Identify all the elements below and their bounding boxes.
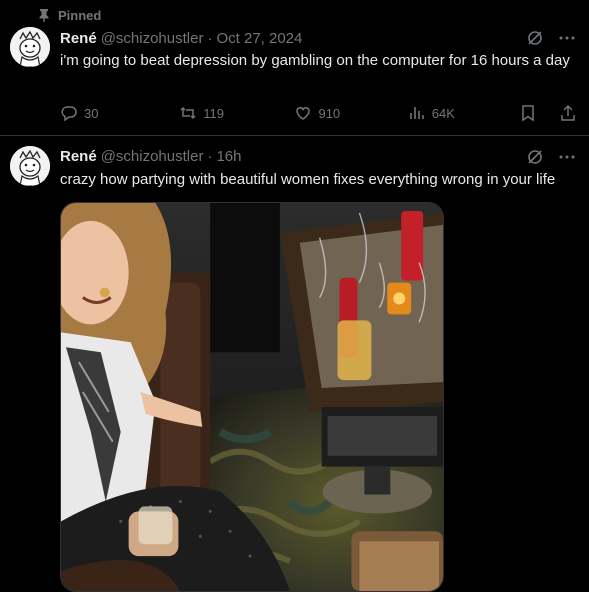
views-icon [409,107,424,119]
tweet-text: i'm going to beat depression by gambling… [60,52,570,69]
tweet-top-actions [526,148,576,166]
like-button[interactable]: 910 [294,102,407,124]
reply-icon [61,106,77,122]
retweet-count: 119 [203,105,224,121]
tweet-top-actions [526,29,576,47]
author-handle[interactable]: @schizohustler [101,148,204,165]
party-photo [61,203,443,591]
author-name[interactable]: René [60,148,97,165]
tweet-media-photo[interactable] [60,202,444,592]
pin-icon [39,9,49,22]
like-count: 910 [318,105,341,121]
pinned-label: Pinned [58,7,102,23]
grok-icon[interactable] [526,29,544,47]
avatar[interactable] [10,146,50,186]
pinned-indicator: Pinned [38,6,101,24]
tweet-header: René @schizohustler · Oct 27, 2024 [60,28,302,48]
separator: · [207,147,213,165]
separator: · [207,29,213,47]
tweet-actions: 30 119 910 64K [60,101,577,125]
avatar[interactable] [10,27,50,67]
more-icon[interactable] [558,29,576,47]
share-icon[interactable] [559,104,577,122]
more-icon[interactable] [558,148,576,166]
view-count: 64K [431,105,455,121]
author-name[interactable]: René [60,30,97,47]
timestamp[interactable]: Oct 27, 2024 [216,30,302,47]
like-icon [296,107,311,120]
tweet-header: René @schizohustler · 16h [60,146,242,166]
views-button[interactable]: 64K [408,102,519,124]
tweet-divider [0,135,589,136]
reply-count: 30 [84,105,99,121]
timestamp[interactable]: 16h [216,148,241,165]
tweet-text: crazy how partying with beautiful women … [60,171,556,188]
grok-icon[interactable] [526,148,544,166]
reply-button[interactable]: 30 [60,102,179,124]
bookmark-icon[interactable] [519,104,537,122]
author-handle[interactable]: @schizohustler [101,30,204,47]
retweet-button[interactable]: 119 [179,102,294,124]
avatar-cartoon-icon [10,27,50,67]
retweet-icon [180,106,196,120]
avatar-cartoon-icon [10,146,50,186]
